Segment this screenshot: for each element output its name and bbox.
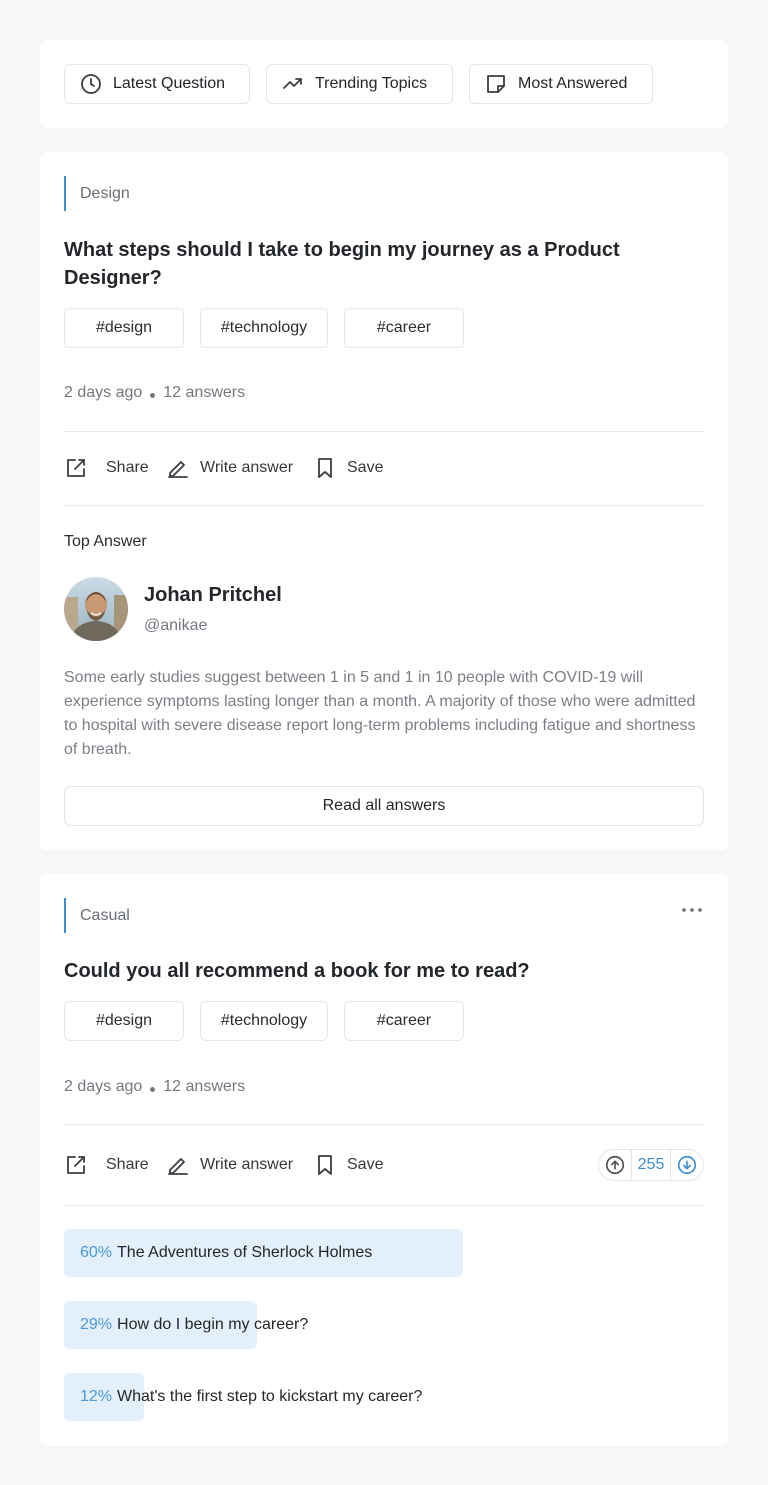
write-answer-label: Write answer [200, 1156, 294, 1173]
filter-bar: Latest Question Trending Topics Most Ans… [40, 40, 728, 128]
divider [64, 505, 704, 506]
share-label: Share [106, 1156, 149, 1173]
question-category: Design [64, 176, 130, 211]
top-answer-label: Top Answer [64, 533, 147, 550]
question-meta: 2 days ago 12 answers [64, 1078, 245, 1096]
most-answered-label: Most Answered [518, 75, 628, 92]
question-time: 2 days ago [64, 384, 143, 401]
save-label: Save [347, 1156, 384, 1173]
share-icon [67, 459, 85, 477]
share-label: Share [106, 459, 149, 476]
answer-text: Some early studies suggest between 1 in … [64, 669, 696, 758]
more-options-icon[interactable] [680, 906, 704, 914]
bookmark-icon [318, 1155, 332, 1175]
poll-percent: 60% [80, 1244, 113, 1261]
question-title[interactable]: What steps should I take to begin my jou… [64, 236, 684, 292]
tag-design[interactable]: #design [64, 1001, 184, 1041]
write-answer-button[interactable]: Write answer [166, 1153, 293, 1177]
save-button[interactable]: Save [313, 456, 383, 480]
tag-technology[interactable]: #technology [200, 308, 328, 348]
poll-label: How do I begin my career? [117, 1316, 309, 1333]
author-handle: @anikae [144, 617, 208, 634]
separator-dot [150, 392, 156, 398]
answers-count[interactable]: 12 answers [163, 384, 245, 402]
poll-option[interactable]: 60% The Adventures of Sherlock Holmes [64, 1229, 704, 1277]
trending-topics-button[interactable]: Trending Topics [266, 64, 453, 104]
tag-technology[interactable]: #technology [200, 1001, 328, 1041]
pencil-icon [168, 461, 188, 478]
write-answer-button[interactable]: Write answer [166, 456, 293, 480]
save-label: Save [347, 459, 384, 476]
clock-icon [81, 74, 101, 94]
poll-label: The Adventures of Sherlock Holmes [117, 1244, 373, 1261]
vote-count: 255 [631, 1150, 671, 1180]
poll-label: What's the first step to kickstart my ca… [117, 1388, 423, 1405]
latest-question-button[interactable]: Latest Question [64, 64, 250, 104]
poll-percent: 12% [80, 1388, 113, 1405]
question-card: Design What steps should I take to begin… [40, 152, 728, 850]
arrow-up-circle-icon [605, 1155, 625, 1175]
tag-design[interactable]: #design [64, 308, 184, 348]
downvote-button[interactable] [671, 1150, 703, 1180]
upvote-button[interactable] [599, 1150, 631, 1180]
poll-option[interactable]: 12% What's the first step to kickstart m… [64, 1373, 704, 1421]
save-button[interactable]: Save [313, 1153, 383, 1177]
divider [64, 431, 704, 432]
poll-percent: 29% [80, 1316, 113, 1333]
latest-question-label: Latest Question [113, 75, 226, 92]
share-button[interactable]: Share [64, 456, 149, 480]
author-name[interactable]: Johan Pritchel [144, 584, 282, 607]
bookmark-icon [318, 458, 332, 478]
pencil-icon [168, 1158, 188, 1175]
question-card: Casual Could you all recommend a book fo… [40, 874, 728, 1445]
trending-icon [283, 78, 302, 89]
answers-count[interactable]: 12 answers [163, 1078, 245, 1096]
question-title[interactable]: Could you all recommend a book for me to… [64, 957, 684, 985]
question-time: 2 days ago [64, 1078, 143, 1095]
trending-topics-label: Trending Topics [315, 75, 428, 92]
avatar[interactable] [64, 577, 128, 641]
arrow-down-circle-icon [677, 1155, 697, 1175]
most-answered-button[interactable]: Most Answered [469, 64, 653, 104]
vote-control: 255 [598, 1149, 704, 1181]
note-icon [487, 75, 505, 93]
poll-option[interactable]: 29% How do I begin my career? [64, 1301, 704, 1349]
divider [64, 1124, 704, 1125]
write-answer-label: Write answer [200, 459, 294, 476]
tag-career[interactable]: #career [344, 308, 464, 348]
share-icon [67, 1156, 85, 1174]
question-category: Casual [64, 898, 130, 933]
tag-career[interactable]: #career [344, 1001, 464, 1041]
share-button[interactable]: Share [64, 1153, 149, 1177]
separator-dot [150, 1086, 156, 1092]
divider [64, 1205, 704, 1206]
question-meta: 2 days ago 12 answers [64, 384, 245, 402]
read-all-answers-button[interactable]: Read all answers [64, 786, 704, 826]
